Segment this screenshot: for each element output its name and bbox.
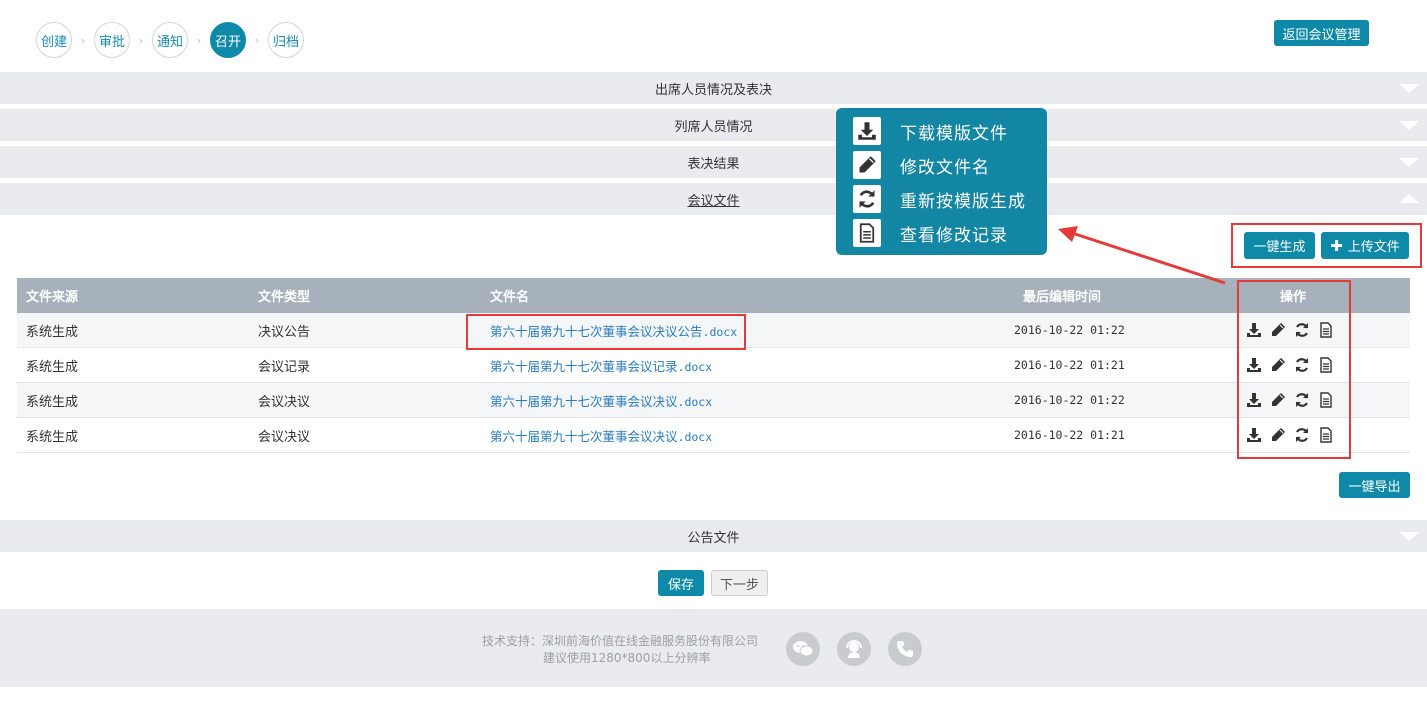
section-attendance-vote[interactable]: 出席人员情况及表决 — [0, 72, 1427, 104]
resolution-hint: 建议使用1280*800以上分辨率 — [543, 651, 711, 665]
section-title: 表决结果 — [687, 156, 740, 172]
table-row: 系统生成 会议决议 第六十届第九十七次董事会议决议.docx 2016-10-2… — [17, 418, 1410, 453]
upload-label: 上传文件 — [1347, 240, 1400, 255]
section-title: 会议文件 — [687, 193, 740, 209]
section-meeting-files[interactable]: 会议文件 — [0, 183, 1427, 215]
cell-type: 会议决议 — [258, 429, 311, 445]
phone-icon[interactable] — [888, 632, 922, 666]
header-filename: 文件名 — [490, 290, 530, 305]
chevron-right-icon: › — [196, 33, 202, 47]
cell-time: 2016-10-22 01:21 — [1014, 428, 1125, 442]
section-announcement-files[interactable]: 公告文件 — [0, 520, 1427, 552]
file-link[interactable]: 第六十届第九十七次董事会议决议.docx — [490, 391, 712, 410]
action-legend-tooltip: 下载模版文件 修改文件名 重新按模版生成 查看修改记录 — [836, 108, 1047, 255]
file-name: 第六十届第九十七次董事会议记录 — [490, 358, 678, 374]
chevron-right-icon: › — [138, 33, 144, 47]
file-ext: .docx — [677, 394, 713, 409]
generate-all-button[interactable]: 一键生成 — [1244, 232, 1315, 259]
cell-time: 2016-10-22 01:22 — [1014, 393, 1125, 407]
section-observers[interactable]: 列席人员情况 — [0, 109, 1427, 141]
expand-arrow-icon — [1399, 532, 1419, 541]
expand-arrow-icon — [1399, 84, 1419, 93]
cell-source: 系统生成 — [26, 394, 79, 410]
customer-service-icon[interactable] — [837, 632, 871, 666]
section-title: 列席人员情况 — [674, 119, 753, 135]
file-ext: .docx — [677, 359, 713, 374]
file-name: 第六十届第九十七次董事会议决议 — [490, 428, 678, 444]
tech-support-text: 技术支持：深圳前海价值在线金融服务股份有限公司 — [482, 634, 759, 648]
download-icon — [853, 117, 881, 145]
legend-item: 重新按模版生成 — [853, 182, 1047, 216]
legend-label: 重新按模版生成 — [900, 191, 1026, 212]
header-type: 文件类型 — [258, 290, 311, 305]
footer: 技术支持：深圳前海价值在线金融服务股份有限公司 建议使用1280*800以上分辨… — [0, 609, 1427, 687]
table-row: 系统生成 会议决议 第六十届第九十七次董事会议决议.docx 2016-10-2… — [17, 383, 1410, 418]
file-link[interactable]: 第六十届第九十七次董事会议记录.docx — [490, 356, 712, 375]
cell-type: 决议公告 — [258, 324, 311, 340]
expand-arrow-icon — [1399, 158, 1419, 167]
annotation-arrow-icon — [1058, 226, 1226, 285]
legend-item: 下载模版文件 — [853, 114, 1047, 148]
chevron-right-icon: › — [80, 33, 86, 47]
back-to-meeting-management-button[interactable]: 返回会议管理 — [1274, 20, 1369, 46]
section-title: 公告文件 — [687, 530, 740, 546]
cell-source: 系统生成 — [26, 429, 79, 445]
chevron-right-icon: › — [254, 33, 260, 47]
step-create[interactable]: 创建 — [36, 22, 72, 58]
file-link[interactable]: 第六十届第九十七次董事会议决议.docx — [490, 426, 712, 445]
file-ext: .docx — [677, 429, 713, 444]
section-vote-result[interactable]: 表决结果 — [0, 146, 1427, 178]
export-all-button[interactable]: 一键导出 — [1339, 472, 1410, 498]
step-archive[interactable]: 归档 — [268, 22, 304, 58]
legend-label: 下载模版文件 — [900, 123, 1008, 144]
expand-arrow-icon — [1399, 121, 1419, 130]
cell-time: 2016-10-22 01:21 — [1014, 358, 1125, 372]
highlight-box — [1237, 280, 1351, 459]
cell-time: 2016-10-22 01:22 — [1014, 323, 1125, 337]
section-title: 出席人员情况及表决 — [654, 82, 772, 98]
step-convene[interactable]: 召开 — [210, 22, 246, 58]
step-notify[interactable]: 通知 — [152, 22, 188, 58]
cell-type: 会议决议 — [258, 394, 311, 410]
refresh-icon — [853, 185, 881, 213]
legend-item: 修改文件名 — [853, 148, 1047, 182]
next-step-button[interactable]: 下一步 — [711, 570, 768, 596]
cell-source: 系统生成 — [26, 359, 79, 375]
upload-file-button[interactable]: ✚ 上传文件 — [1321, 232, 1409, 259]
header-source: 文件来源 — [26, 290, 79, 305]
plus-icon: ✚ — [1330, 236, 1343, 255]
file-name: 第六十届第九十七次董事会议决议 — [490, 393, 678, 409]
collapse-arrow-icon — [1399, 194, 1419, 203]
cell-type: 会议记录 — [258, 359, 311, 375]
files-table: 文件来源 文件类型 文件名 最后编辑时间 操作 系统生成 决议公告 第六十届第九… — [17, 278, 1410, 453]
table-row: 系统生成 会议记录 第六十届第九十七次董事会议记录.docx 2016-10-2… — [17, 348, 1410, 383]
pencil-icon — [853, 151, 881, 179]
save-button[interactable]: 保存 — [658, 570, 704, 596]
step-approve[interactable]: 审批 — [94, 22, 130, 58]
legend-label: 修改文件名 — [900, 157, 990, 178]
footer-text: 技术支持：深圳前海价值在线金融服务股份有限公司 建议使用1280*800以上分辨… — [482, 633, 772, 667]
legend-item: 查看修改记录 — [853, 216, 1047, 250]
step-progress: 创建 › 审批 › 通知 › 召开 › 归档 — [36, 22, 304, 58]
document-icon — [853, 219, 881, 247]
wechat-icon[interactable] — [786, 632, 820, 666]
page: 创建 › 审批 › 通知 › 召开 › 归档 返回会议管理 出席人员情况及表决 … — [0, 0, 1427, 710]
cell-source: 系统生成 — [26, 324, 79, 340]
highlight-box — [466, 314, 746, 350]
legend-label: 查看修改记录 — [900, 225, 1008, 246]
